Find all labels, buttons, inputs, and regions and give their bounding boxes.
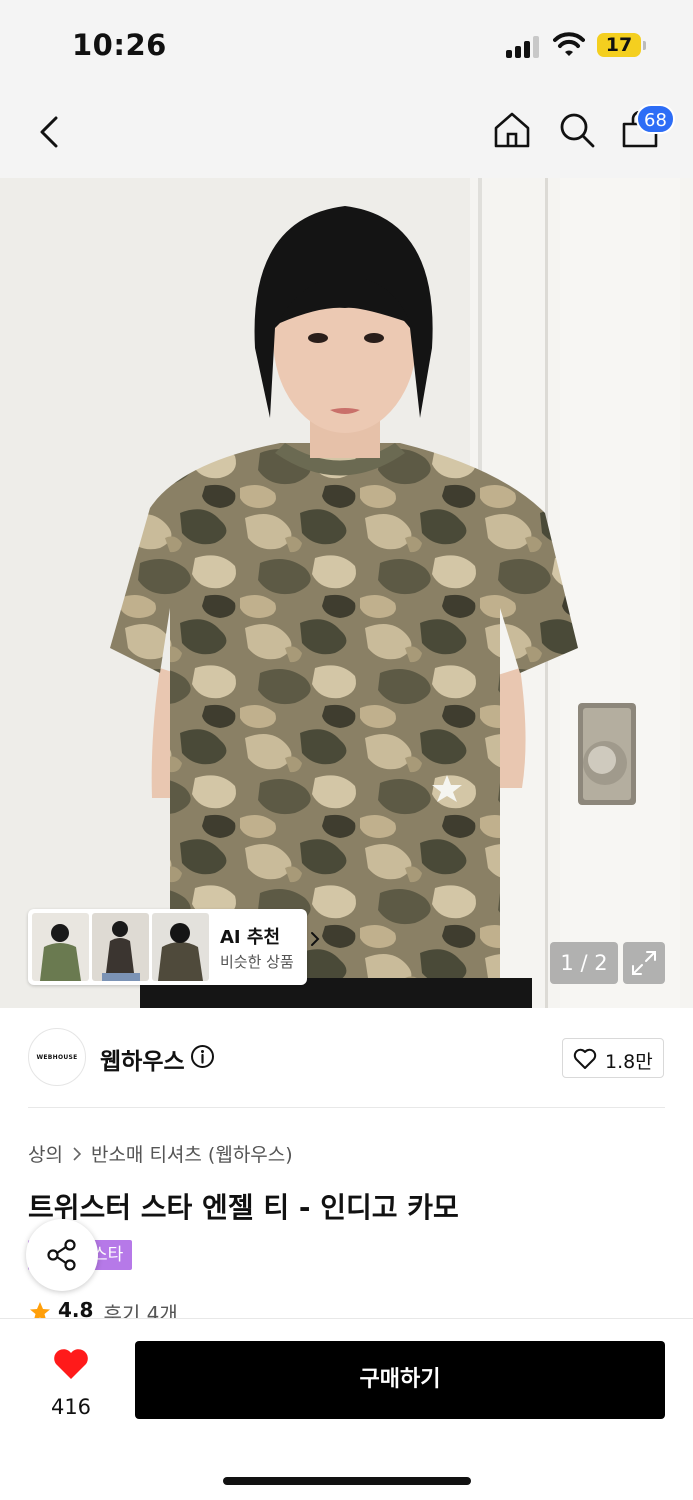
ai-thumbnail[interactable] bbox=[152, 913, 209, 981]
star-icon bbox=[30, 1302, 50, 1320]
info-icon[interactable] bbox=[190, 1044, 215, 1069]
brand-logo[interactable]: WEBHOUSE bbox=[28, 1028, 86, 1086]
share-button[interactable] bbox=[26, 1219, 98, 1291]
expand-button[interactable] bbox=[623, 942, 665, 984]
product-title: 트위스터 스타 엔젤 티 - 인디고 카모 bbox=[28, 1191, 459, 1224]
rating-row[interactable]: 4.8 후기 4개 bbox=[28, 1298, 178, 1320]
chevron-right-icon bbox=[311, 932, 320, 946]
battery-cap bbox=[643, 41, 646, 50]
search-icon[interactable] bbox=[555, 108, 599, 152]
brand-row: WEBHOUSE 웹하우스 1.8만 bbox=[0, 1008, 693, 1108]
home-icon[interactable] bbox=[490, 108, 534, 152]
breadcrumb: 상의 반소매 티셔츠 (웹하우스) bbox=[28, 1140, 293, 1167]
ai-thumbnail[interactable] bbox=[92, 913, 149, 981]
rating-score: 4.8 bbox=[58, 1298, 94, 1320]
chevron-right-icon bbox=[73, 1146, 81, 1161]
buy-button[interactable]: 구매하기 bbox=[135, 1341, 665, 1419]
expand-icon bbox=[632, 951, 656, 975]
heart-outline-icon bbox=[573, 1048, 597, 1069]
divider bbox=[28, 1107, 665, 1108]
home-indicator[interactable] bbox=[223, 1477, 471, 1485]
ai-thumbnail[interactable] bbox=[32, 913, 89, 981]
product-photo-illustration bbox=[0, 178, 693, 1008]
product-like-count: 416 bbox=[50, 1395, 92, 1419]
product-image[interactable] bbox=[0, 178, 693, 1008]
product-like-button[interactable]: 416 bbox=[40, 1343, 102, 1433]
ai-recommend-title: AI 추천 bbox=[220, 927, 281, 948]
share-icon bbox=[47, 1239, 76, 1271]
battery-icon: 17 bbox=[597, 33, 641, 57]
brand-like-count: 1.8만 bbox=[605, 1051, 653, 1073]
review-count[interactable]: 후기 4개 bbox=[103, 1298, 177, 1320]
breadcrumb-category[interactable]: 상의 bbox=[28, 1140, 63, 1167]
navigation-bar bbox=[0, 90, 693, 178]
bottom-action-bar: 416 구매하기 bbox=[0, 1318, 693, 1500]
ai-recommend-card[interactable]: AI 추천 비슷한 상품 bbox=[28, 909, 320, 985]
status-time: 10:26 bbox=[72, 28, 167, 62]
brand-like-button[interactable]: 1.8만 bbox=[562, 1038, 664, 1078]
status-bar: 10:26 17 bbox=[0, 0, 693, 90]
brand-name[interactable]: 웹하우스 bbox=[100, 1042, 185, 1076]
image-page-counter: 1 / 2 bbox=[550, 942, 618, 984]
wifi-icon bbox=[553, 32, 585, 56]
breadcrumb-subcategory[interactable]: 반소매 티셔츠 (웹하우스) bbox=[91, 1140, 293, 1167]
cellular-signal-icon bbox=[506, 34, 542, 58]
back-arrow-icon[interactable] bbox=[30, 110, 70, 154]
heart-filled-icon bbox=[54, 1349, 88, 1379]
ai-recommend-subtitle: 비슷한 상품 bbox=[220, 953, 294, 971]
cart-count-badge: 68 bbox=[636, 104, 675, 134]
